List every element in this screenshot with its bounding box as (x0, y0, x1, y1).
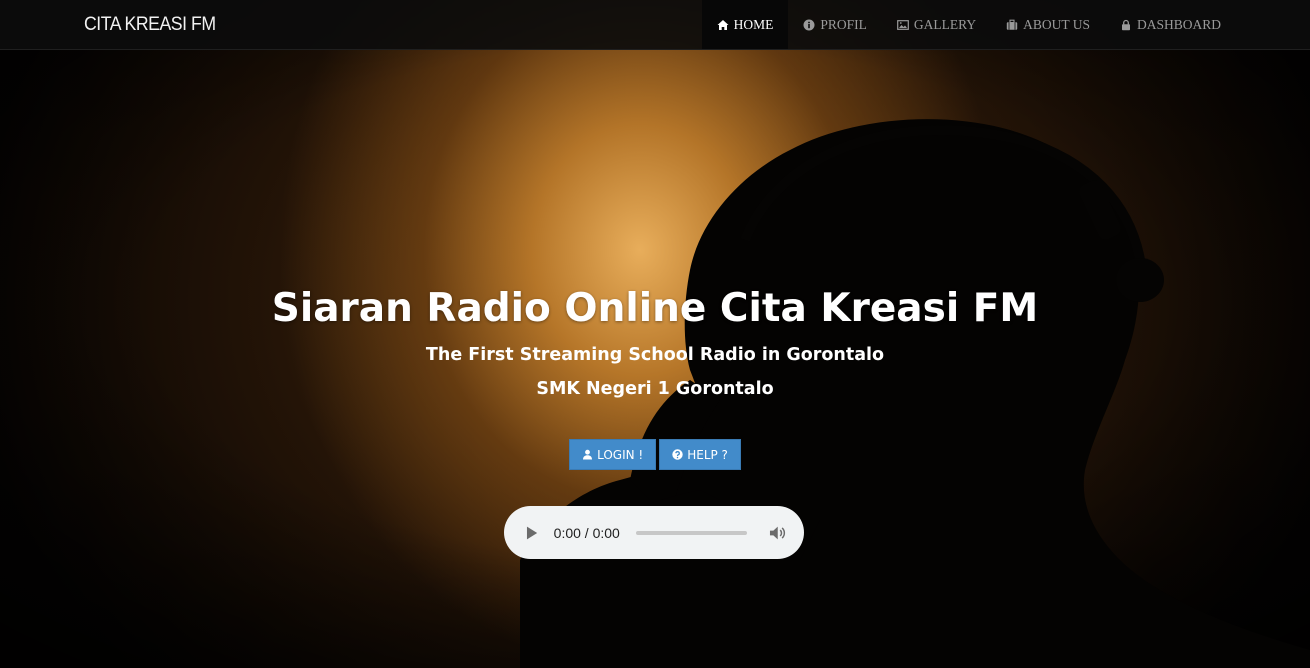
nav-menu: HOME PROFIL GALLERY ABOUT US DASHBOARD (701, 0, 1236, 49)
hero-background (0, 0, 1310, 668)
login-button[interactable]: LOGIN ! (569, 439, 657, 470)
player-time: 0:00 / 0:00 (553, 524, 620, 541)
lock-icon (1121, 19, 1130, 30)
player-seek-bar[interactable] (635, 530, 747, 535)
nav-item-label: GALLERY (913, 16, 977, 32)
subtitle-school: SMK Negeri 1 Gorontalo (536, 379, 774, 399)
nav-item-label: ABOUT US (1023, 16, 1090, 32)
login-button-label: LOGIN ! (597, 447, 644, 462)
user-icon (583, 449, 593, 460)
subtitle-tagline: The First Streaming School Radio in Goro… (425, 345, 885, 365)
nav-item-profil[interactable]: PROFIL (788, 0, 882, 49)
nav-item-about-us[interactable]: ABOUT US (991, 0, 1105, 49)
top-navbar: CITA KREASI FM HOME PROFIL GALLERY ABOUT… (0, 0, 1310, 50)
nav-item-dashboard[interactable]: DASHBOARD (1105, 0, 1236, 49)
nav-item-label: DASHBOARD (1136, 16, 1221, 32)
nav-item-home[interactable]: HOME (701, 0, 789, 49)
audio-player: 0:00 / 0:00 (504, 506, 804, 559)
brand-logo[interactable]: CITA KREASI FM (84, 14, 216, 36)
home-icon (717, 19, 729, 30)
page-title: Siaran Radio Online Cita Kreasi FM (271, 286, 1039, 331)
nav-item-gallery[interactable]: GALLERY (882, 0, 991, 49)
help-button[interactable]: HELP ? (659, 439, 741, 470)
nav-item-label: PROFIL (820, 16, 867, 32)
question-circle-icon (672, 449, 683, 460)
nav-item-label: HOME (733, 16, 774, 32)
briefcase-icon (1006, 19, 1018, 30)
help-button-label: HELP ? (687, 447, 728, 462)
info-icon (803, 19, 815, 30)
volume-icon[interactable] (769, 525, 786, 541)
picture-icon (896, 19, 909, 30)
play-icon[interactable] (526, 526, 538, 540)
hero-buttons: LOGIN ! HELP ? (0, 439, 1310, 470)
headphone-silhouette-image (0, 0, 1310, 668)
